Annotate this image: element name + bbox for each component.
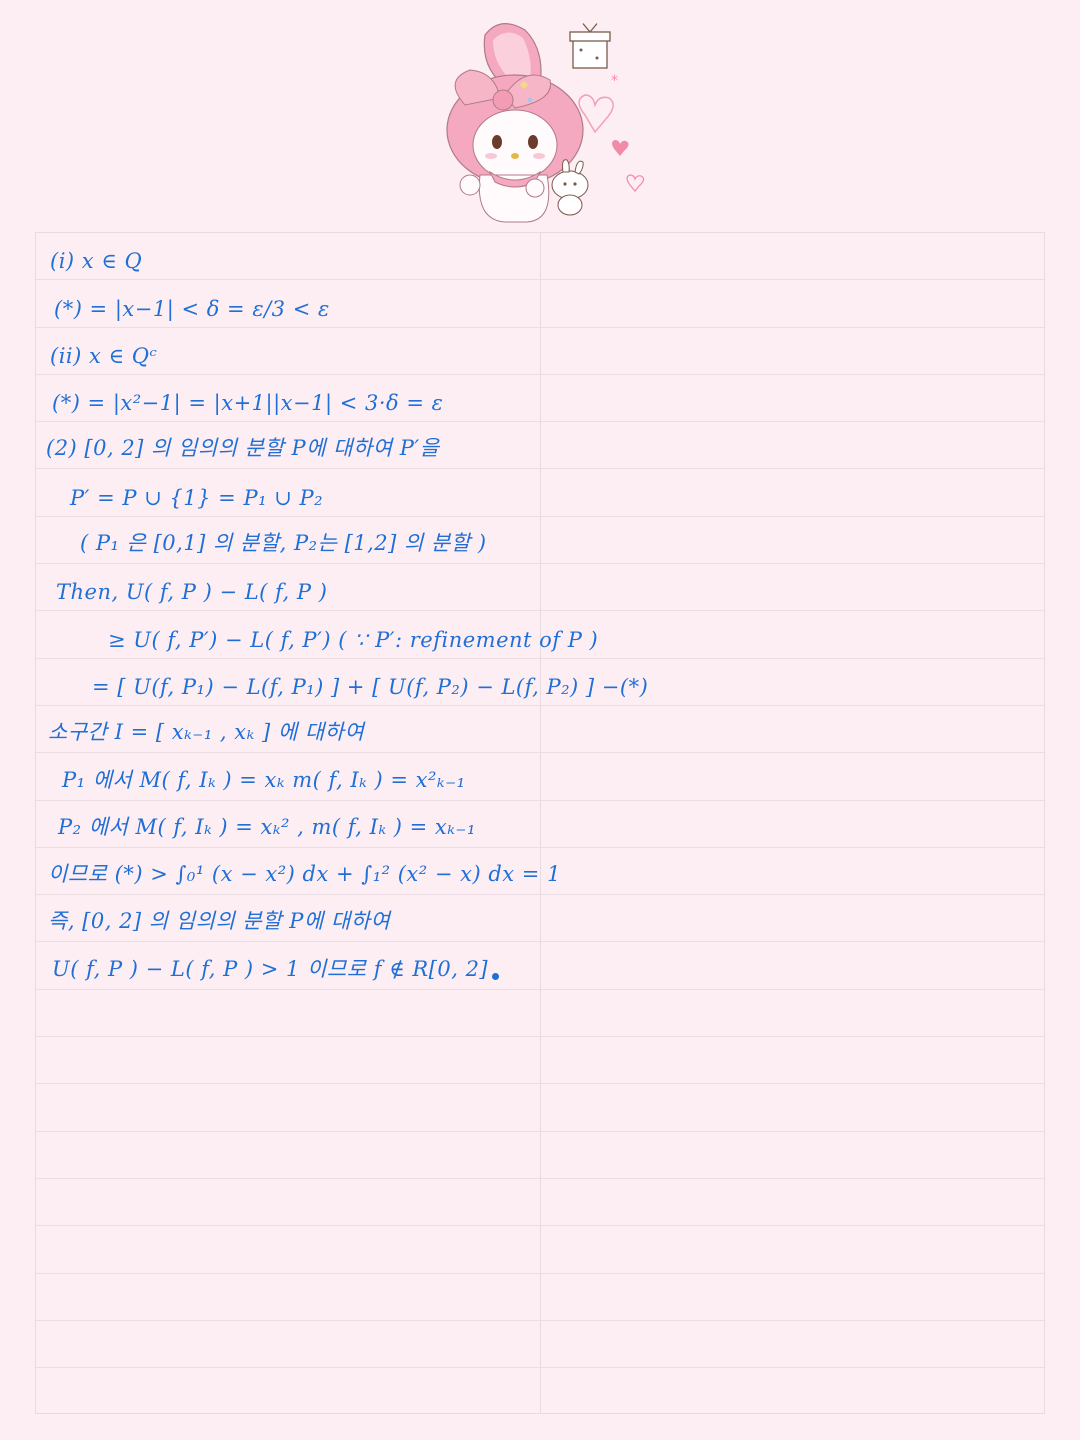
svg-text:*: * [611,73,618,89]
note-row: P₁ 에서 M( f, Iₖ ) = xₖ m( f, Iₖ ) = x²ₖ₋₁ [36,753,1044,801]
note-line-4: (*) = |x²−1| = |x+1||x−1| < 3·δ = ε [52,391,444,416]
note-line-16: U( f, P ) − L( f, P ) > 1 이므로 f ∉ R[0, 2… [52,953,500,983]
note-row: (2) [0, 2] 의 임의의 분할 P에 대하여 P′을 [36,422,1044,470]
note-line-10: = [ U(f, P₁) − L(f, P₁) ] + [ U(f, P₂) −… [92,674,649,699]
note-line-2: (*) = |x−1| < δ = ε/3 < ε [54,296,330,321]
note-row: ( P₁ 은 [0,1] 의 분할, P₂는 [1,2] 의 분할 ) [36,517,1044,565]
note-line-11: 소구간 I = [ xₖ₋₁ , xₖ ] 에 대하여 [48,720,365,745]
note-line-8: Then, U( f, P ) − L( f, P ) [56,580,328,605]
note-row: (i) x ∈ Q [36,233,1044,281]
empty-row [36,1037,1044,1085]
note-line-14: 이므로 (*) > ∫₀¹ (x − x²) dx + ∫₁² (x² − x)… [48,862,561,887]
note-line-5: (2) [0, 2] 의 임의의 분할 P에 대하여 P′을 [46,436,440,461]
empty-row [36,1274,1044,1321]
character-sticker-icon: * [415,10,665,230]
note-row: ≥ U( f, P′) − L( f, P′) ( ∵ P′: refineme… [36,611,1044,659]
note-row: (*) = |x−1| < δ = ε/3 < ε [36,280,1044,328]
note-row: (ii) x ∈ Qᶜ [36,328,1044,375]
empty-row [36,1226,1044,1274]
empty-row [36,1084,1044,1132]
note-row: 이므로 (*) > ∫₀¹ (x − x²) dx + ∫₁² (x² − x)… [36,848,1044,896]
empty-row [36,990,1044,1038]
lined-notebook-grid: (i) x ∈ Q (*) = |x−1| < δ = ε/3 < ε (ii)… [35,232,1045,1414]
note-row: U( f, P ) − L( f, P ) > 1 이므로 f ∉ R[0, 2… [36,943,1044,990]
note-row: 소구간 I = [ xₖ₋₁ , xₖ ] 에 대하여 [36,706,1044,754]
note-line-16-text: U( f, P ) − L( f, P ) > 1 이므로 f ∉ R[0, 2… [52,956,489,981]
note-line-9: ≥ U( f, P′) − L( f, P′) ( ∵ P′: refineme… [108,627,599,652]
note-row: = [ U(f, P₁) − L(f, P₁) ] + [ U(f, P₂) −… [36,659,1044,706]
note-line-7: ( P₁ 은 [0,1] 의 분할, P₂는 [1,2] 의 분할 ) [80,531,487,556]
note-line-3: (ii) x ∈ Qᶜ [50,343,158,368]
note-line-6: P′ = P ∪ {1} = P₁ ∪ P₂ [70,485,323,510]
note-row: P₂ 에서 M( f, Iₖ ) = xₖ² , m( f, Iₖ ) = xₖ… [36,801,1044,848]
note-row: Then, U( f, P ) − L( f, P ) [36,564,1044,612]
empty-row [36,1132,1044,1179]
note-row: 즉, [0, 2] 의 임의의 분할 P에 대하여 [36,895,1044,943]
note-line-13: P₂ 에서 M( f, Iₖ ) = xₖ² , m( f, Iₖ ) = xₖ… [58,814,476,839]
note-row: (*) = |x²−1| = |x+1||x−1| < 3·δ = ε [36,375,1044,423]
empty-row [36,1321,1044,1369]
note-line-1: (i) x ∈ Q [50,249,143,274]
note-row: P′ = P ∪ {1} = P₁ ∪ P₂ [36,470,1044,517]
empty-row [36,1179,1044,1227]
end-dot-icon [492,972,500,980]
note-line-12: P₁ 에서 M( f, Iₖ ) = xₖ m( f, Iₖ ) = x²ₖ₋₁ [62,767,466,792]
note-line-15: 즉, [0, 2] 의 임의의 분할 P에 대하여 [48,909,391,934]
